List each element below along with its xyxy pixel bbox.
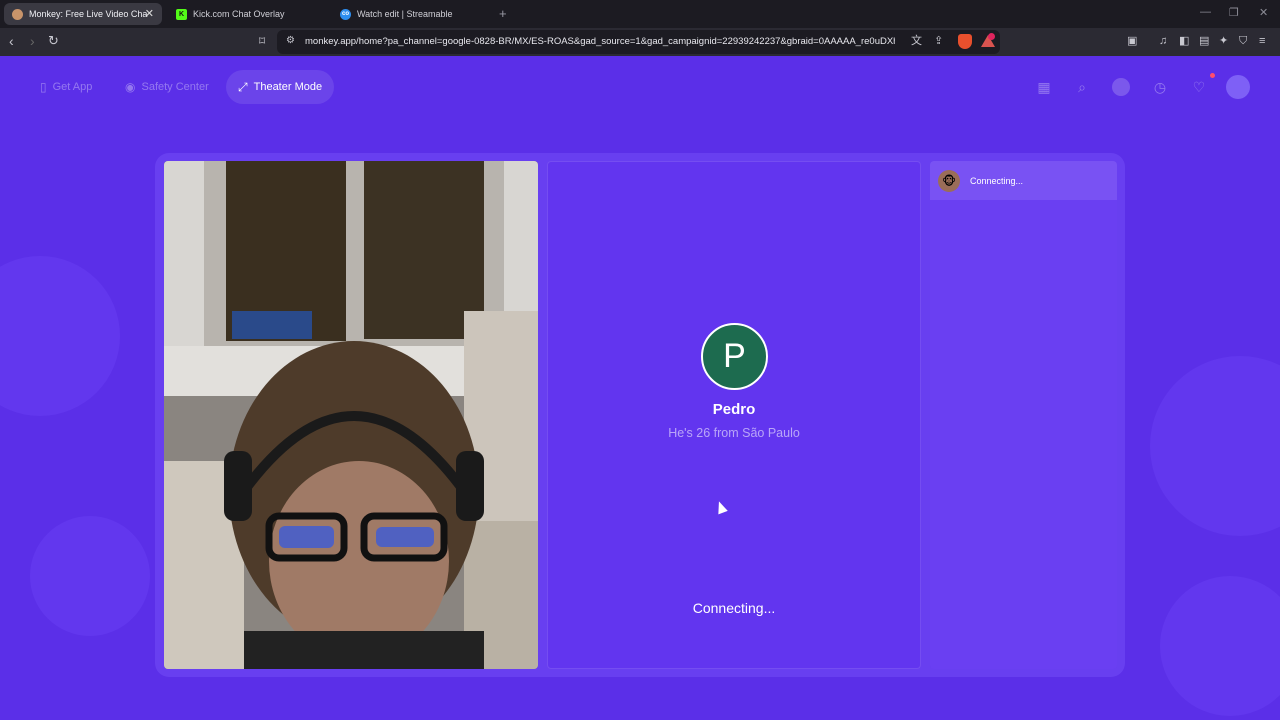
expand-icon: ⤢ (238, 79, 248, 94)
media-icon[interactable]: ♫ (1159, 35, 1167, 47)
bookmark-icon[interactable]: ⌑ (259, 34, 265, 48)
tab-monkey[interactable]: Monkey: Free Live Video Cha ✕ (4, 3, 162, 25)
tab-title: Watch edit | Streamable (357, 9, 453, 19)
kick-favicon-icon: K (176, 8, 187, 20)
close-tab-icon[interactable]: ✕ (145, 7, 154, 20)
translate-icon[interactable]: 文 (911, 35, 922, 47)
url-text[interactable]: monkey.app/home?pa_channel=google-0828-B… (305, 36, 895, 47)
monkey-page: ▯ Get App ◉ Safety Center ⤢ Theater Mode… (0, 56, 1280, 720)
chat-status-row: 🐵 Connecting... (930, 161, 1117, 200)
tab-kick[interactable]: K Kick.com Chat Overlay (168, 3, 328, 25)
peer-avatar: P (701, 323, 768, 390)
background-pattern (0, 256, 120, 416)
safety-center-button[interactable]: ◉ Safety Center (113, 70, 221, 104)
background-pattern (30, 516, 150, 636)
phone-icon: ▯ (40, 80, 47, 94)
safety-center-label: Safety Center (141, 81, 209, 93)
share-icon[interactable]: ⇪ (934, 35, 943, 47)
coin-icon[interactable] (1112, 78, 1130, 96)
get-app-label: Get App (52, 81, 93, 93)
reload-icon[interactable]: ↻ (48, 34, 59, 48)
peer-panel: P Pedro He's 26 from São Paulo Connectin… (547, 161, 921, 669)
safety-shield-icon: ◉ (125, 80, 136, 94)
gift-icon[interactable]: ▦ (1035, 78, 1053, 96)
background-pattern (1150, 356, 1280, 536)
restore-icon[interactable]: ❐ (1229, 6, 1239, 19)
back-icon[interactable]: ‹ (9, 34, 14, 48)
site-info-icon[interactable]: ⚙ (286, 35, 295, 47)
screenshot-icon[interactable]: ▣ (1127, 35, 1137, 47)
peer-name: Pedro (712, 401, 756, 418)
peer-info: He's 26 from São Paulo (668, 426, 800, 440)
messages-badge (1210, 73, 1215, 78)
sidebar-icon[interactable]: ◧ (1179, 35, 1189, 47)
history-icon[interactable]: ◷ (1151, 78, 1169, 96)
minimize-icon[interactable]: — (1200, 6, 1211, 18)
monkey-avatar-icon: 🐵 (938, 169, 960, 192)
chat-status-text: Connecting... (970, 175, 1024, 186)
monkey-favicon-icon (12, 8, 23, 20)
camera-image (164, 161, 538, 669)
profile-avatar[interactable] (1226, 75, 1250, 99)
new-tab-icon[interactable]: + (499, 6, 507, 21)
menu-icon[interactable]: ≡ (1259, 35, 1265, 47)
connecting-status: Connecting... (692, 600, 776, 616)
brave-shield-icon[interactable] (958, 34, 972, 49)
close-window-icon[interactable]: ✕ (1259, 6, 1268, 19)
search-icon[interactable]: ⌕ (1073, 78, 1091, 96)
mouse-cursor-icon (714, 499, 728, 515)
tab-streamable[interactable]: co Watch edit | Streamable (332, 3, 492, 25)
forward-icon[interactable]: › (30, 34, 35, 48)
theater-mode-label: Theater Mode (253, 81, 323, 93)
self-camera-feed (164, 161, 538, 669)
get-app-button[interactable]: ▯ Get App (28, 70, 104, 104)
tab-title: Monkey: Free Live Video Cha (29, 9, 148, 19)
notification-badge (988, 33, 995, 40)
background-pattern (1160, 576, 1280, 716)
wallet-icon[interactable]: ▤ (1199, 35, 1209, 47)
vpn-icon[interactable]: ⛉ (1239, 35, 1247, 47)
chat-panel: 🐵 Connecting... (930, 161, 1117, 669)
leo-ai-icon[interactable]: ✦ (1219, 35, 1228, 47)
tab-title: Kick.com Chat Overlay (193, 9, 285, 19)
theater-mode-button[interactable]: ⤢ Theater Mode (226, 70, 335, 104)
streamable-favicon-icon: co (340, 8, 351, 20)
tab-bar: Monkey: Free Live Video Cha ✕ K Kick.com… (0, 0, 1280, 28)
messages-icon[interactable]: ♡ (1190, 78, 1208, 96)
